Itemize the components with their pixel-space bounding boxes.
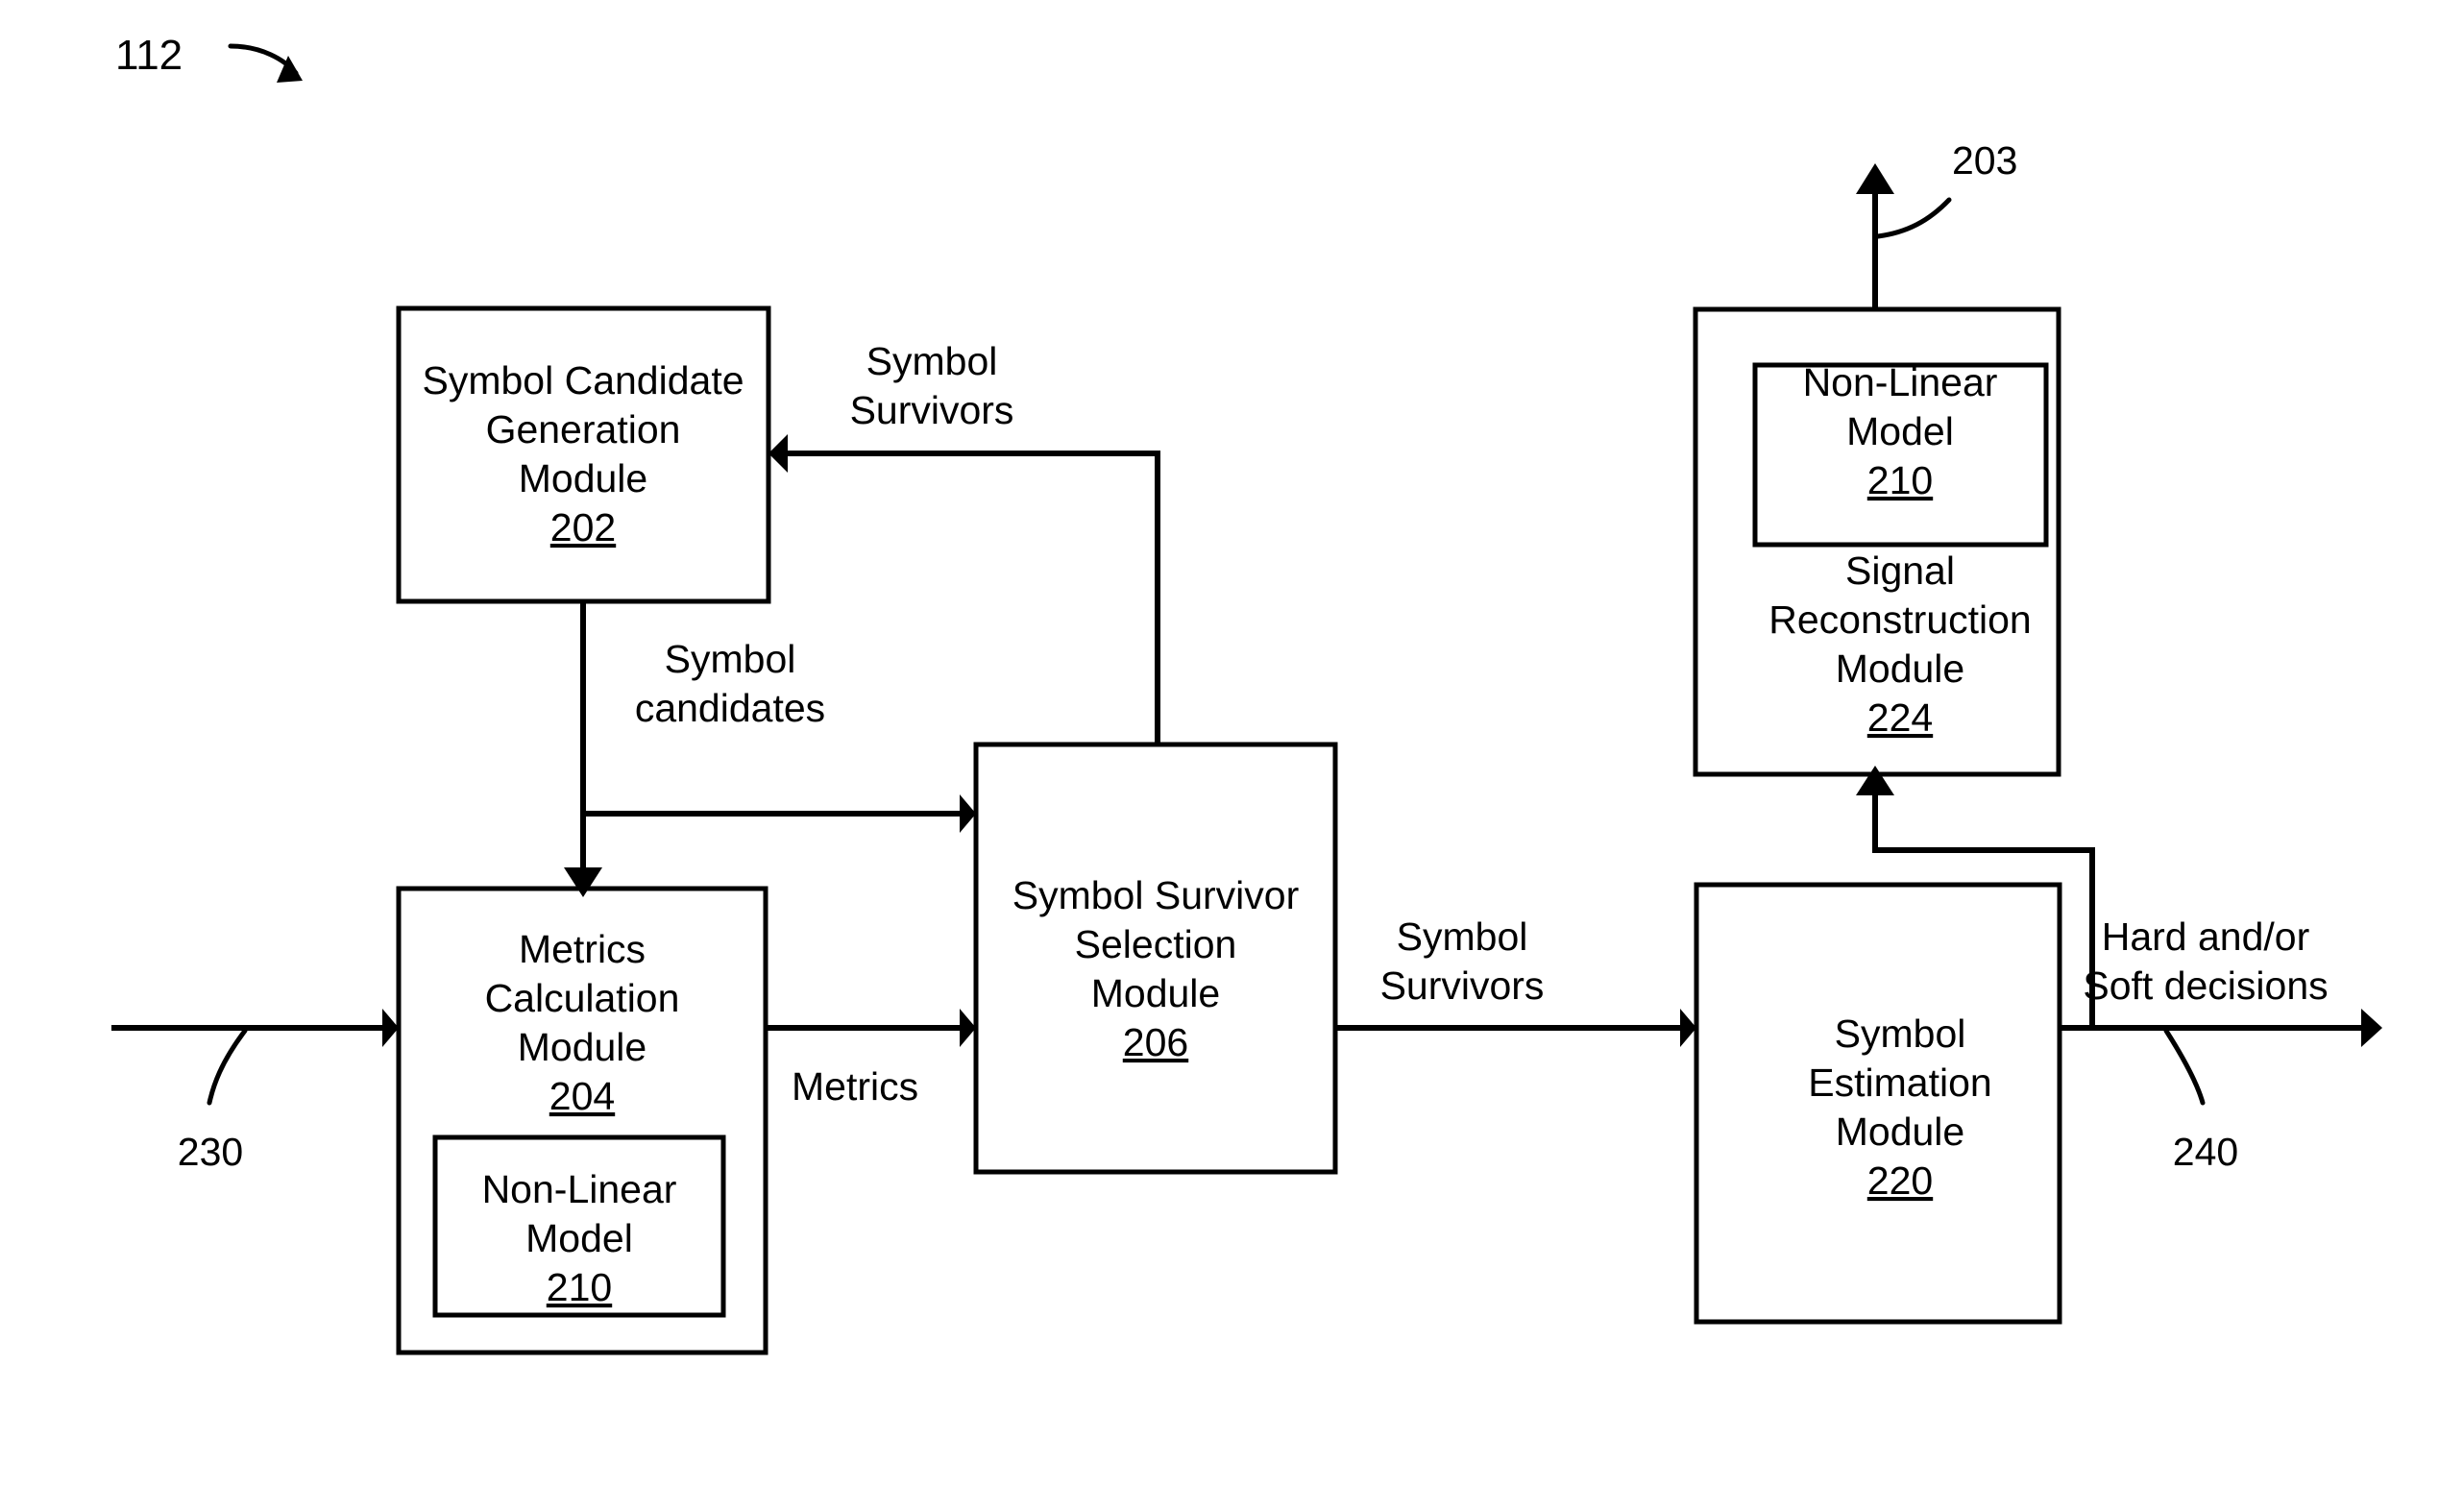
block-202-reference-number: 202 — [550, 505, 616, 549]
leader-203 — [1875, 197, 1952, 239]
block-210b-line-2: Model — [1846, 409, 1954, 453]
edge-label-metrics: Metrics — [792, 1064, 918, 1109]
edge-label-symbol-candidates-line-2: candidates — [635, 686, 825, 730]
edge-label-decisions-line-1: Hard and/or — [2102, 915, 2310, 959]
block-symbol-candidate-generation[interactable] — [396, 305, 771, 604]
connector-candidates-to-selection-arrowhead — [960, 794, 976, 833]
connector-output-decisions-arrowhead — [2361, 1009, 2382, 1047]
edge-label-symbol-survivors-output-line-1: Symbol — [1397, 915, 1528, 959]
reference-numeral-230: 230 — [178, 1130, 243, 1174]
block-206-line-1: Symbol Survivor — [1012, 873, 1299, 917]
connector-symbol-survivors-output-arrowhead — [1680, 1009, 1696, 1047]
leader-240 — [2163, 1028, 2206, 1106]
block-202-line-2: Generation — [486, 407, 681, 451]
connector-input-arrowhead — [382, 1009, 399, 1047]
edge-label-symbol-candidates-line-1: Symbol — [665, 637, 796, 681]
block-206-line-2: Selection — [1075, 922, 1237, 966]
edge-label-decisions-line-2: Soft decisions — [2083, 963, 2328, 1008]
block-210b-line-1: Non-Linear — [1803, 360, 1998, 404]
leader-230 — [207, 1028, 248, 1106]
block-210a-reference-number: 210 — [547, 1265, 612, 1309]
edge-label-symbol-survivors-feedback-line-1: Symbol — [866, 339, 998, 383]
block-202-line-3: Module — [519, 456, 647, 500]
block-204-reference-number: 204 — [549, 1074, 615, 1118]
block-224-line-2: Reconstruction — [1768, 597, 2031, 642]
block-204-line-3: Module — [518, 1025, 646, 1069]
connector-symbol-survivors-feedback — [786, 451, 1160, 744]
block-diagram-112: 112 Symbol Candidate Generation Module 2… — [111, 32, 2382, 1355]
block-224-reference-number: 224 — [1867, 695, 1933, 740]
block-204-line-1: Metrics — [519, 927, 646, 971]
block-220-line-2: Estimation — [1808, 1061, 1991, 1105]
connector-symbol-survivors-feedback-arrowhead — [768, 434, 788, 473]
block-210a-line-1: Non-Linear — [482, 1167, 677, 1211]
block-220-line-1: Symbol — [1835, 1012, 1966, 1056]
figure-number-label: 112 — [115, 32, 183, 79]
connector-metrics-arrowhead — [960, 1009, 976, 1047]
block-220-line-3: Module — [1836, 1110, 1964, 1154]
block-210b-reference-number: 210 — [1867, 458, 1933, 502]
reference-numeral-240: 240 — [2173, 1130, 2238, 1174]
edge-label-symbol-survivors-feedback-line-2: Survivors — [850, 388, 1014, 432]
connector-reconstructed-signal-arrowhead — [1856, 163, 1894, 194]
figure-canvas: 112 Symbol Candidate Generation Module 2… — [0, 0, 2439, 1512]
block-224-line-3: Module — [1836, 646, 1964, 691]
reference-numeral-203: 203 — [1952, 138, 2017, 183]
block-210a-line-2: Model — [525, 1216, 633, 1260]
edge-label-symbol-survivors-output-line-2: Survivors — [1380, 963, 1545, 1008]
block-202-line-1: Symbol Candidate — [422, 358, 744, 402]
block-220-reference-number: 220 — [1867, 1158, 1933, 1203]
block-206-reference-number: 206 — [1123, 1020, 1188, 1064]
block-206-line-3: Module — [1091, 971, 1220, 1015]
block-204-line-2: Calculation — [485, 976, 680, 1020]
block-224-line-1: Signal — [1845, 549, 1955, 593]
